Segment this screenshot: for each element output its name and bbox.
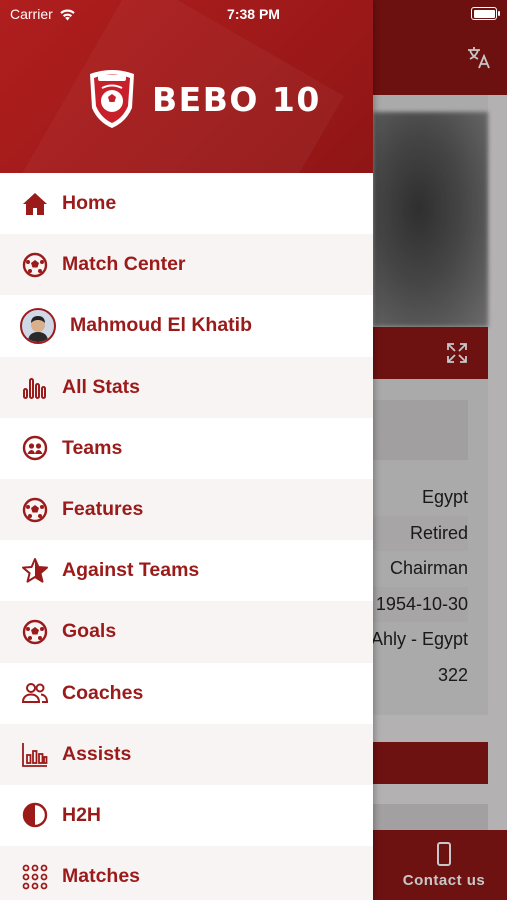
home-icon [20, 189, 50, 219]
menu-item-matches[interactable]: Matches [0, 846, 373, 900]
menu-item-against-teams[interactable]: Against Teams [0, 540, 373, 602]
star-icon [20, 556, 50, 586]
menu-item-coaches[interactable]: Coaches [0, 662, 373, 724]
football-icon [20, 250, 50, 280]
grid-dots-icon [20, 862, 50, 892]
football-icon [20, 495, 50, 525]
drawer-menu: Home Match Center Mahmoud El Khatib All … [0, 173, 373, 900]
half-circle-icon [20, 800, 50, 830]
stats-bars-icon [20, 372, 50, 402]
menu-label: Teams [62, 436, 123, 459]
menu-label: Matches [62, 865, 141, 888]
menu-item-assists[interactable]: Assists [0, 723, 373, 785]
menu-label: Features [62, 498, 144, 521]
bar-chart-icon [20, 739, 50, 769]
club-logo-icon [90, 70, 134, 128]
app-title: BEBO 10 [152, 79, 321, 119]
menu-item-goals[interactable]: Goals [0, 601, 373, 663]
battery-icon [471, 7, 500, 20]
menu-label: Home [62, 192, 117, 215]
status-time: 7:38 PM [227, 6, 280, 22]
menu-item-player[interactable]: Mahmoud El Khatib [0, 295, 373, 357]
menu-label: Coaches [62, 681, 144, 704]
menu-item-h2h[interactable]: H2H [0, 784, 373, 847]
menu-item-teams[interactable]: Teams [0, 417, 373, 479]
menu-label: Against Teams [62, 559, 200, 582]
menu-item-match-center[interactable]: Match Center [0, 234, 373, 296]
status-bar: Carrier 7:38 PM [0, 0, 507, 28]
menu-label: All Stats [62, 375, 141, 398]
menu-label: Assists [62, 742, 132, 765]
menu-label: Mahmoud El Khatib [70, 314, 252, 337]
football-icon [20, 617, 50, 647]
team-icon [20, 433, 50, 463]
menu-item-features[interactable]: Features [0, 478, 373, 541]
users-icon [20, 678, 50, 708]
menu-label: H2H [62, 803, 102, 826]
menu-item-home[interactable]: Home [0, 173, 373, 235]
brand: BEBO 10 [86, 68, 321, 130]
menu-item-all-stats[interactable]: All Stats [0, 356, 373, 418]
menu-label: Match Center [62, 253, 186, 276]
side-drawer: BEBO 10 Home Match Center Mahmoud El Kha… [0, 0, 373, 900]
avatar [20, 307, 56, 344]
menu-label: Goals [62, 620, 117, 643]
